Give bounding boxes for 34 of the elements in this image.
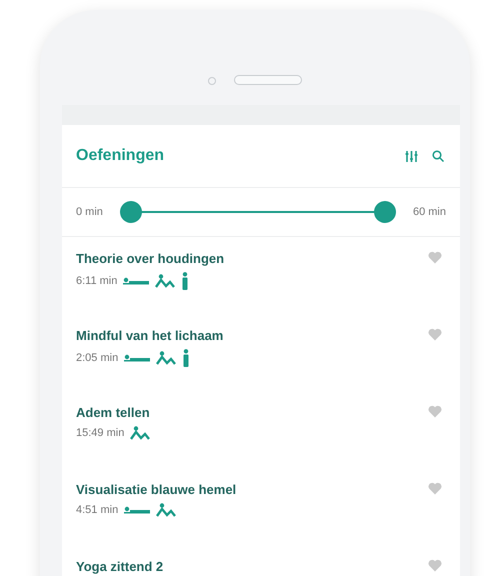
- filter-button[interactable]: [405, 150, 418, 162]
- max-duration-label: 60 min: [412, 206, 446, 218]
- heart-icon: [428, 559, 442, 572]
- sliders-icon: [405, 150, 418, 162]
- reclining-figure-icon: [156, 503, 176, 517]
- slider-thumb[interactable]: [120, 201, 142, 223]
- search-icon: [432, 150, 444, 162]
- exercise-duration: 15:49 min: [76, 427, 124, 439]
- standing-figure-icon: [181, 272, 190, 290]
- min-duration-label: 0 min: [76, 206, 103, 218]
- heart-icon: [428, 482, 442, 495]
- reclining-figure-icon: [156, 351, 176, 365]
- heart-icon: [428, 251, 442, 264]
- heart-icon: [428, 328, 442, 341]
- exercise-title[interactable]: Visualisatie blauwe hemel: [76, 482, 414, 497]
- exercise-duration: 2:05 min: [76, 352, 118, 364]
- speaker-grille: [234, 75, 302, 85]
- standing-figure-icon: [182, 349, 190, 367]
- slider-thumb[interactable]: [374, 201, 396, 223]
- camera-icon: [208, 77, 216, 85]
- screen-title: Oefeningen: [76, 147, 166, 165]
- reclining-figure-icon: [155, 274, 176, 288]
- reclining-figure-icon: [130, 426, 150, 440]
- lying-figure-icon: [123, 277, 150, 285]
- lying-figure-icon: [124, 506, 150, 514]
- exercise-duration: 4:51 min: [76, 504, 118, 516]
- search-button[interactable]: [432, 150, 444, 162]
- exercise-title[interactable]: Yoga zittend 2: [76, 559, 414, 574]
- exercise-duration: 6:11 min: [76, 275, 118, 287]
- exercise-title[interactable]: Theorie over houdingen: [76, 251, 414, 266]
- exercise-title[interactable]: Mindful van het lichaam: [76, 328, 414, 343]
- heart-icon: [428, 405, 442, 418]
- exercise-title[interactable]: Adem tellen: [76, 405, 414, 420]
- lying-figure-icon: [124, 354, 150, 362]
